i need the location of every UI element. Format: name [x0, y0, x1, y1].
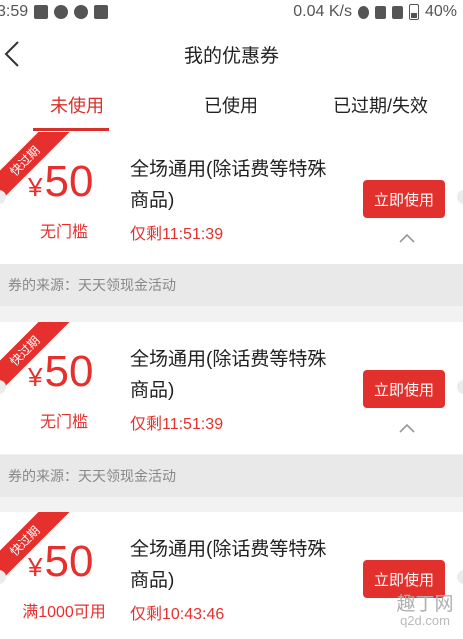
- card-notch: [457, 570, 463, 584]
- chevron-up-icon[interactable]: [398, 422, 416, 434]
- coupon-countdown: 仅剩11:51:39: [130, 416, 224, 433]
- page-title: 我的优惠券: [183, 45, 279, 67]
- active-tab-indicator: [33, 128, 109, 131]
- currency-symbol: ¥: [28, 362, 43, 392]
- status-bar: 3:59 0.04 K/s 4G 40%: [0, 0, 463, 24]
- signal-4g-icon: 4G: [391, 5, 403, 19]
- coupon-title: 全场通用(除话费等特殊商品): [130, 349, 327, 401]
- card-notch: [457, 380, 463, 394]
- coupon-threshold: 无门槛: [39, 224, 88, 241]
- coupon-value: 50: [44, 347, 94, 396]
- notification-plus-icon: [34, 5, 49, 19]
- coupon-card: 快过期 ¥ 50 无门槛 全场通用(除话费等特殊商品) 仅剩11:51:39 立…: [0, 322, 463, 454]
- status-left: 3:59: [0, 3, 109, 21]
- coupon-threshold: 无门槛: [39, 414, 88, 431]
- use-now-button[interactable]: 立即使用: [363, 560, 445, 598]
- tab-used[interactable]: 已使用: [204, 92, 258, 118]
- use-now-button[interactable]: 立即使用: [363, 180, 445, 218]
- alarm-icon: [357, 5, 369, 19]
- coupon-amount: ¥ 50: [28, 160, 93, 204]
- network-speed: 0.04 K/s: [293, 3, 352, 20]
- header: 我的优惠券: [0, 24, 463, 84]
- back-button[interactable]: [2, 36, 30, 72]
- coupon-title: 全场通用(除话费等特殊商品): [130, 159, 327, 211]
- tab-expired[interactable]: 已过期/失效: [333, 92, 428, 118]
- coupon-value: 50: [44, 157, 94, 206]
- battery-percent: 40%: [424, 3, 457, 20]
- image-icon: [94, 5, 109, 19]
- status-time: 3:59: [0, 3, 29, 20]
- coupon-amount: ¥ 50: [28, 540, 93, 584]
- wechat-icon: [74, 5, 89, 19]
- coupon-value: 50: [44, 537, 94, 586]
- vibrate-icon: [374, 5, 386, 19]
- battery-icon: [408, 4, 419, 20]
- message-icon: [54, 5, 69, 19]
- coupon-card: 快过期 ¥ 50 无门槛 全场通用(除话费等特殊商品) 仅剩11:51:39 立…: [0, 132, 463, 264]
- site-watermark: 趣丁网 q2d.com: [393, 594, 457, 637]
- coupon-threshold: 满1000可用: [22, 604, 106, 621]
- coupon-amount: ¥ 50: [28, 350, 93, 394]
- watermark-line1: 趣丁网: [396, 594, 454, 615]
- use-now-button[interactable]: 立即使用: [363, 370, 445, 408]
- tab-unused[interactable]: 未使用: [50, 92, 104, 118]
- coupon-source: 券的来源：天天领现金活动: [0, 264, 463, 306]
- coupon-title: 全场通用(除话费等特殊商品): [130, 539, 327, 591]
- chevron-up-icon[interactable]: [398, 232, 416, 244]
- status-right: 0.04 K/s 4G 40%: [293, 3, 457, 21]
- watermark-line2: q2d.com: [400, 613, 450, 628]
- tab-bar: 未使用 已使用 已过期/失效: [0, 84, 463, 132]
- coupon-countdown: 仅剩10:43:46: [130, 606, 225, 623]
- currency-symbol: ¥: [28, 552, 43, 582]
- chevron-left-icon: [4, 41, 19, 67]
- currency-symbol: ¥: [28, 172, 43, 202]
- coupon-source: 券的来源：天天领现金活动: [0, 455, 463, 497]
- card-notch: [457, 190, 463, 204]
- coupon-countdown: 仅剩11:51:39: [130, 226, 224, 243]
